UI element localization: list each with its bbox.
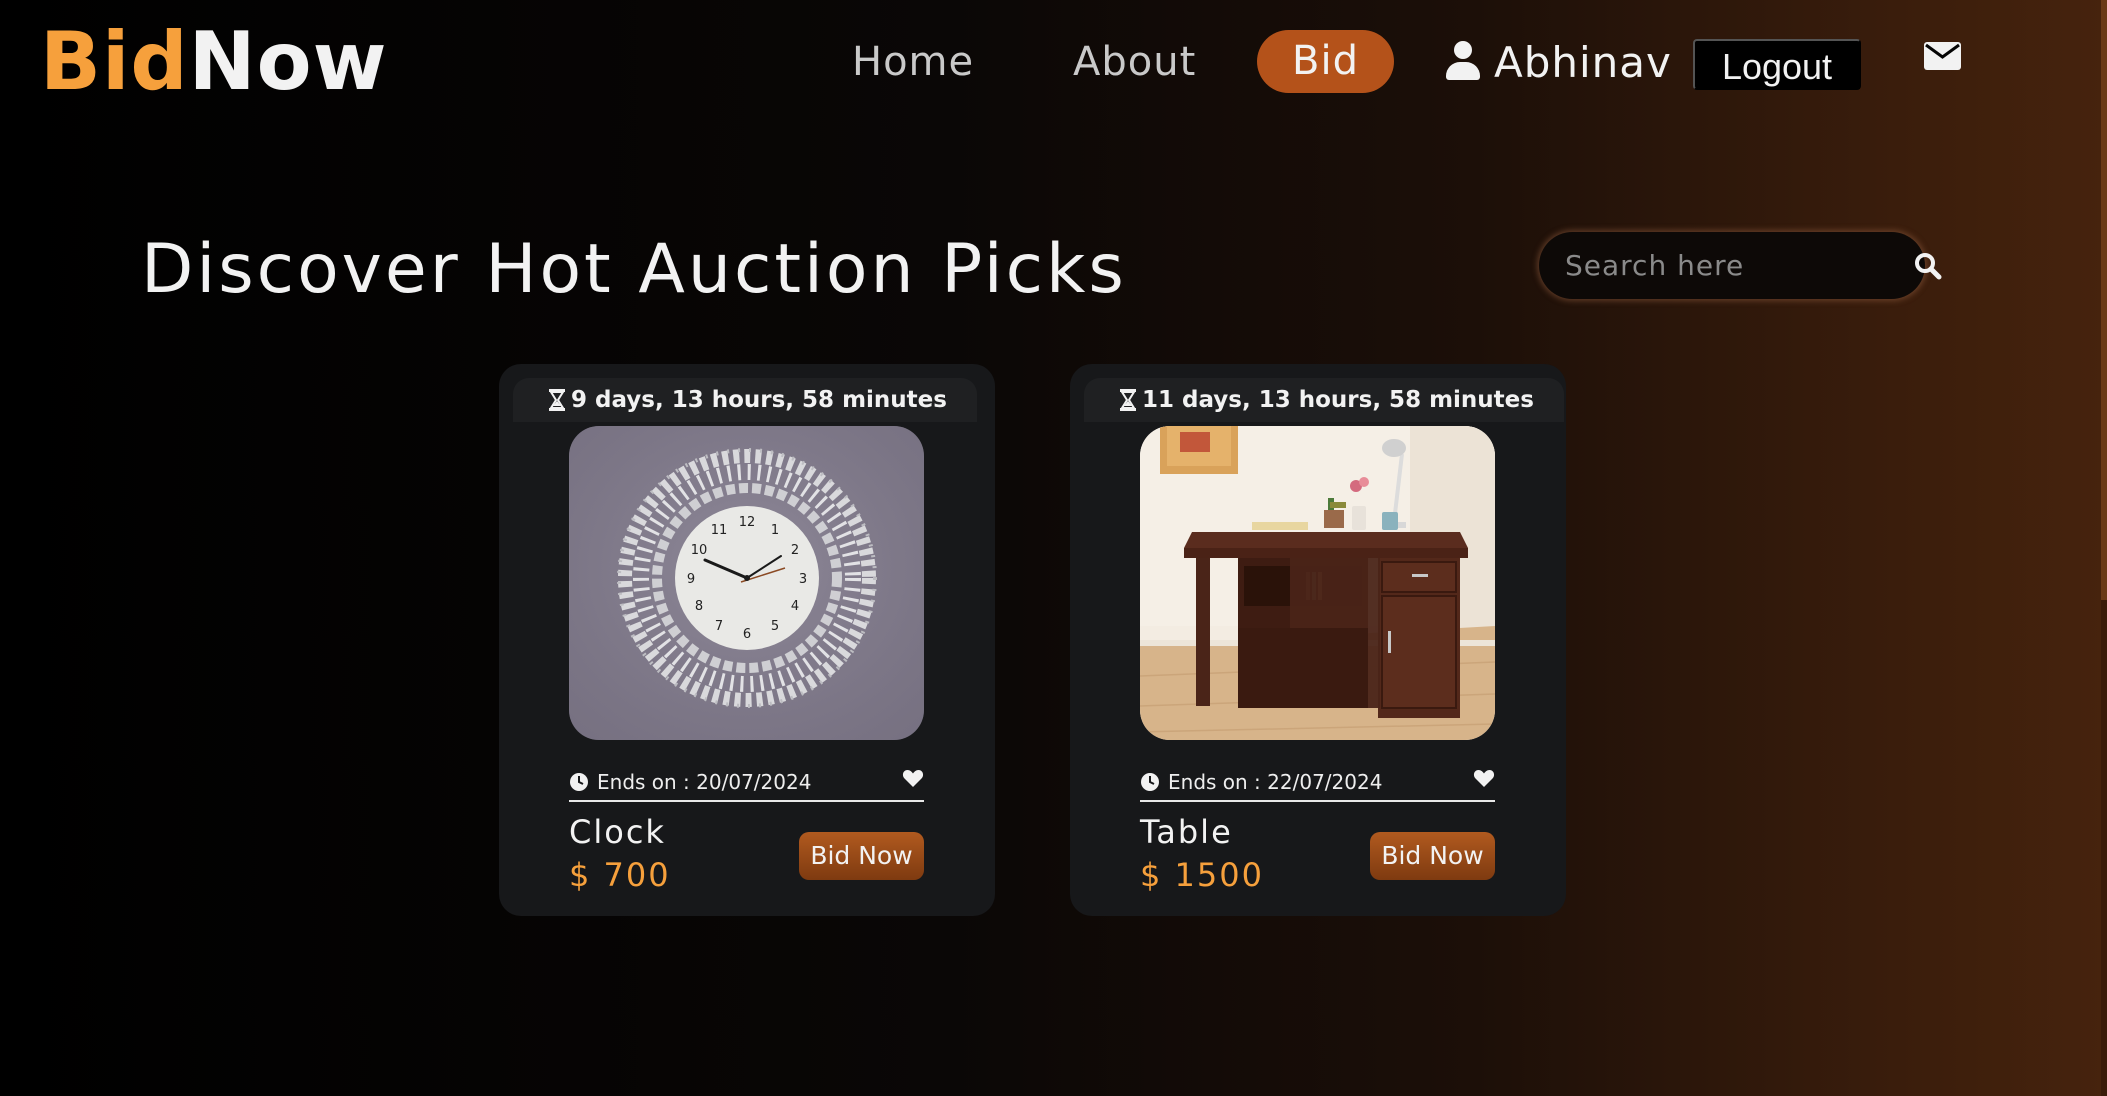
item-name: Clock bbox=[569, 813, 666, 851]
auction-end-date: Ends on : 22/07/2024 bbox=[1140, 764, 1495, 802]
search-input[interactable] bbox=[1565, 245, 1914, 286]
hourglass-icon bbox=[549, 389, 565, 411]
heart-icon[interactable] bbox=[1473, 768, 1495, 788]
brand-logo[interactable]: BidNow bbox=[40, 14, 388, 110]
svg-text:2: 2 bbox=[791, 543, 799, 558]
svg-text:8: 8 bbox=[695, 599, 703, 614]
nav-link-home[interactable]: Home bbox=[852, 36, 974, 88]
scrollbar-track[interactable] bbox=[2101, 0, 2107, 1096]
time-left: 11 days, 13 hours, 58 minutes bbox=[1142, 387, 1534, 413]
item-image-table[interactable] bbox=[1140, 426, 1495, 740]
svg-text:6: 6 bbox=[743, 627, 751, 642]
user-icon bbox=[1446, 41, 1480, 83]
time-left: 9 days, 13 hours, 58 minutes bbox=[571, 387, 947, 413]
auction-card[interactable]: 9 days, 13 hours, 58 minutes 12 1 2 3 4 … bbox=[499, 364, 995, 916]
hourglass-icon bbox=[1120, 389, 1136, 411]
svg-text:10: 10 bbox=[691, 543, 708, 558]
scrollbar-thumb[interactable] bbox=[2101, 0, 2107, 600]
svg-text:3: 3 bbox=[799, 572, 807, 587]
ends-on-text: Ends on : 20/07/2024 bbox=[597, 770, 812, 794]
clock-icon bbox=[570, 773, 588, 791]
bid-now-button[interactable]: Bid Now bbox=[799, 832, 924, 880]
svg-text:7: 7 bbox=[715, 619, 723, 634]
nav-link-about[interactable]: About bbox=[1073, 36, 1196, 88]
nav-link-bid-active[interactable]: Bid bbox=[1257, 30, 1394, 93]
ends-on-text: Ends on : 22/07/2024 bbox=[1168, 770, 1383, 794]
user-profile[interactable]: Abhinav bbox=[1446, 32, 1672, 92]
item-name: Table bbox=[1140, 813, 1233, 851]
item-image-clock[interactable]: 12 1 2 3 4 5 6 7 8 9 10 11 bbox=[569, 426, 924, 740]
item-price: $ 700 bbox=[569, 856, 671, 894]
auction-card[interactable]: 11 days, 13 hours, 58 minutes Ends on: … bbox=[1070, 364, 1566, 916]
brand-logo-part1: Bid bbox=[40, 15, 189, 108]
svg-text:5: 5 bbox=[771, 619, 779, 634]
auction-end-date: Ends on : 20/07/2024 bbox=[569, 764, 924, 802]
svg-text:4: 4 bbox=[791, 599, 799, 614]
brand-logo-part2: Now bbox=[188, 15, 388, 108]
heart-icon[interactable] bbox=[902, 768, 924, 788]
svg-text:1: 1 bbox=[771, 523, 779, 538]
logout-button[interactable]: Logout bbox=[1693, 39, 1861, 90]
countdown-timer: 9 days, 13 hours, 58 minutes bbox=[513, 378, 977, 422]
search-bar bbox=[1539, 232, 1942, 299]
bid-now-button[interactable]: Bid Now bbox=[1370, 832, 1495, 880]
page-title: Discover Hot Auction Picks bbox=[141, 230, 1127, 309]
svg-text:12: 12 bbox=[739, 515, 756, 530]
svg-text:11: 11 bbox=[711, 523, 728, 538]
svg-text:9: 9 bbox=[687, 572, 695, 587]
user-name: Abhinav bbox=[1494, 37, 1672, 87]
search-icon[interactable] bbox=[1914, 252, 1942, 280]
clock-icon bbox=[1141, 773, 1159, 791]
countdown-timer: 11 days, 13 hours, 58 minutes bbox=[1084, 378, 1564, 422]
envelope-icon[interactable] bbox=[1924, 42, 1961, 70]
item-price: $ 1500 bbox=[1140, 856, 1264, 894]
